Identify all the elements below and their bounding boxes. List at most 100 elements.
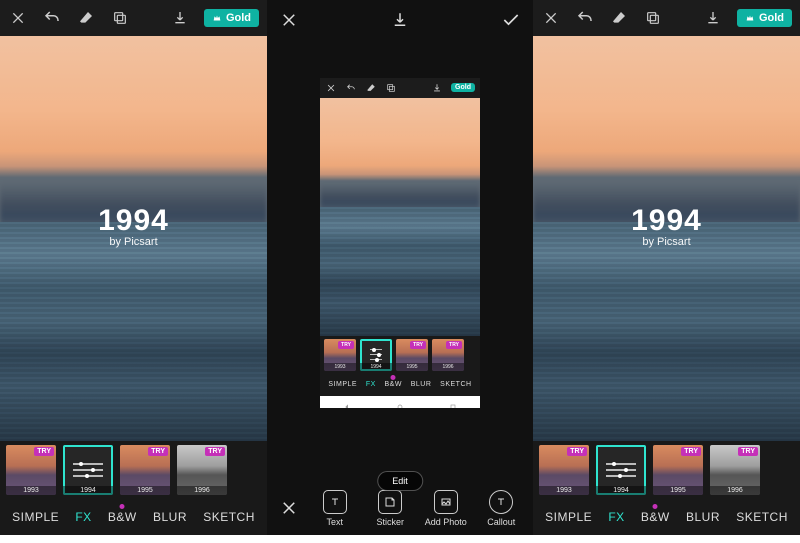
thumb-label: 1995 [120, 486, 170, 495]
close-icon [325, 82, 337, 94]
filter-thumb-1994[interactable]: 1994 [63, 445, 113, 495]
preview-canvas[interactable]: 1994 by Picsart [533, 36, 800, 441]
thumb-label: 1993 [6, 486, 56, 495]
undo-icon[interactable] [575, 8, 595, 28]
thumb-label: 1993 [539, 486, 589, 495]
filter-thumb: 1994 [360, 339, 392, 371]
filter-thumb-1995[interactable]: TRY 1995 [120, 445, 170, 495]
tab-bw[interactable]: B&W [108, 510, 137, 524]
eraser-icon[interactable] [76, 8, 96, 28]
mini-toolbar: Gold [320, 78, 480, 98]
gold-label: Gold [759, 12, 784, 24]
close-icon[interactable] [8, 8, 28, 28]
thumb-label: 1994 [596, 486, 646, 495]
watermark-year: 1994 [98, 204, 169, 238]
tab-sketch[interactable]: SKETCH [203, 510, 255, 524]
close-icon[interactable] [541, 8, 561, 28]
filter-watermark: 1994 by Picsart [98, 204, 169, 248]
thumb-label: 1995 [653, 486, 703, 495]
category-tabs: SIMPLE FX B&W BLUR SKETCH [0, 499, 267, 535]
middle-top-bar [267, 0, 533, 40]
thumb-label: 1994 [63, 486, 113, 495]
dot-indicator [120, 504, 125, 509]
thumb-label: 1996 [710, 486, 760, 495]
tab-sketch[interactable]: SKETCH [736, 510, 788, 524]
eraser-icon[interactable] [609, 8, 629, 28]
callout-icon [489, 490, 513, 514]
filter-thumbnail-strip: TRY 1993 1994 TRY 1995 TRY 1996 [0, 441, 267, 499]
tool-text[interactable]: Text [311, 490, 359, 527]
filter-thumb-1993[interactable]: TRY 1993 [6, 445, 56, 495]
watermark-byline: by Picsart [631, 236, 702, 248]
filter-thumb: TRY1996 [432, 339, 464, 371]
filter-thumb-1995[interactable]: TRY 1995 [653, 445, 703, 495]
watermark-byline: by Picsart [98, 236, 169, 248]
try-badge: TRY [205, 447, 225, 456]
filter-thumb-1993[interactable]: TRY 1993 [539, 445, 589, 495]
gold-label: Gold [226, 12, 251, 24]
filter-thumbnail-strip: TRY 1993 1994 TRY 1995 TRY 1996 [533, 441, 800, 499]
filter-thumb-1996[interactable]: TRY 1996 [177, 445, 227, 495]
nested-editor-preview: Gold TRY1993 1994 TRY1995 TRY1996 SIMPLE… [320, 78, 480, 408]
top-toolbar: Gold [533, 0, 800, 36]
preview-canvas[interactable]: 1994 by Picsart [0, 36, 267, 441]
try-badge: TRY [148, 447, 168, 456]
try-badge: TRY [34, 447, 54, 456]
layers-icon[interactable] [643, 8, 663, 28]
tool-callout[interactable]: Callout [478, 490, 526, 527]
tool-label: Sticker [376, 517, 404, 527]
mini-filters: TRY1993 1994 TRY1995 TRY1996 [320, 336, 480, 374]
editor-panel-middle: Gold TRY1993 1994 TRY1995 TRY1996 SIMPLE… [267, 0, 533, 535]
add-photo-icon [434, 490, 458, 514]
tab-bw-label: B&W [641, 510, 670, 524]
gold-button[interactable]: Gold [204, 9, 259, 27]
tab-bw-label: B&W [108, 510, 137, 524]
tool-label: Callout [487, 517, 515, 527]
mini-cats: SIMPLE FX B&W BLUR SKETCH [320, 374, 480, 396]
close-tools-icon[interactable] [275, 499, 303, 517]
gold-button: Gold [451, 83, 475, 92]
download-icon[interactable] [703, 8, 723, 28]
try-badge: TRY [681, 447, 701, 456]
sticker-icon [378, 490, 402, 514]
download-icon[interactable] [390, 10, 410, 30]
tool-label: Text [326, 517, 343, 527]
eraser-icon [365, 82, 377, 94]
try-badge: TRY [738, 447, 758, 456]
top-toolbar: Gold [0, 0, 267, 36]
text-icon [323, 490, 347, 514]
undo-icon[interactable] [42, 8, 62, 28]
filter-thumb: TRY1993 [324, 339, 356, 371]
tool-sticker[interactable]: Sticker [367, 490, 415, 527]
watermark-year: 1994 [631, 204, 702, 238]
filter-watermark: 1994 by Picsart [631, 204, 702, 248]
editor-panel-right: Gold 1994 by Picsart TRY 1993 1994 TRY 1… [533, 0, 800, 535]
filter-thumb-1994[interactable]: 1994 [596, 445, 646, 495]
edit-button[interactable]: Edit [377, 471, 423, 491]
tool-label: Add Photo [425, 517, 467, 527]
download-icon [431, 82, 443, 94]
category-tabs: SIMPLE FX B&W BLUR SKETCH [533, 499, 800, 535]
layers-icon[interactable] [110, 8, 130, 28]
filter-thumb: TRY1995 [396, 339, 428, 371]
tab-bw[interactable]: B&W [641, 510, 670, 524]
filter-thumb-1996[interactable]: TRY 1996 [710, 445, 760, 495]
thumb-label: 1996 [177, 486, 227, 495]
tab-simple[interactable]: SIMPLE [12, 510, 59, 524]
tab-simple[interactable]: SIMPLE [545, 510, 592, 524]
undo-icon [345, 82, 357, 94]
download-icon[interactable] [170, 8, 190, 28]
tool-add-photo[interactable]: Add Photo [422, 490, 470, 527]
android-navbar [320, 396, 480, 408]
dot-indicator [653, 504, 658, 509]
gold-button[interactable]: Gold [737, 9, 792, 27]
tab-blur[interactable]: BLUR [153, 510, 187, 524]
mini-canvas [320, 98, 480, 336]
tab-blur[interactable]: BLUR [686, 510, 720, 524]
layers-icon [385, 82, 397, 94]
close-icon[interactable] [279, 10, 299, 30]
tab-fx[interactable]: FX [75, 510, 91, 524]
tab-fx[interactable]: FX [608, 510, 624, 524]
confirm-icon[interactable] [501, 10, 521, 30]
try-badge: TRY [567, 447, 587, 456]
